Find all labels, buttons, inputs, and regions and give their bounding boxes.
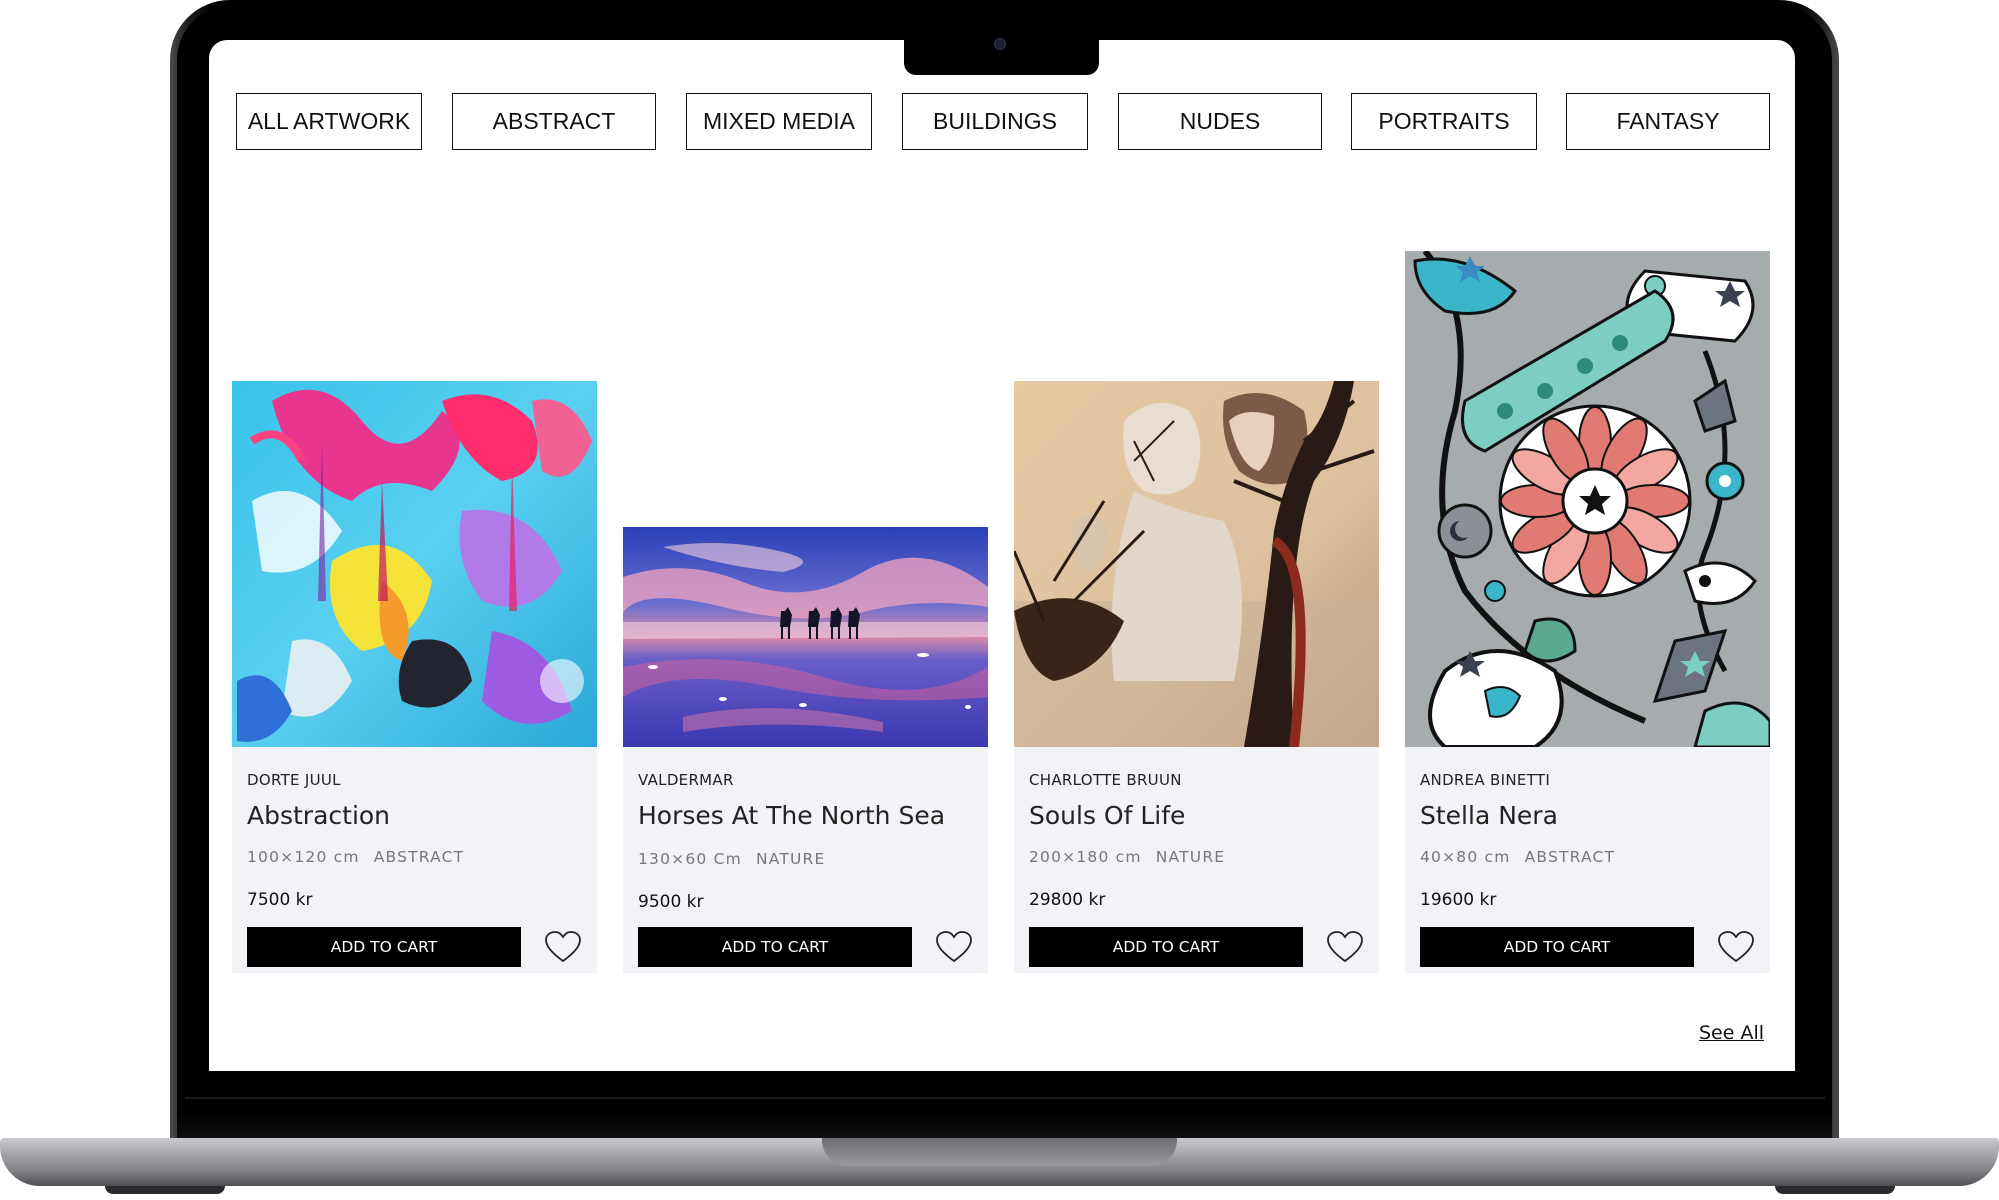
artist-name: VALDERMAR — [638, 771, 734, 789]
product-card: DORTE JUUL Abstraction 100×120 cm ABSTRAC… — [232, 747, 597, 973]
artwork-size: 100×120 cm — [247, 848, 360, 866]
laptop-foot — [105, 1186, 225, 1194]
artwork-price: 7500 kr — [247, 890, 313, 910]
artist-name: ANDREA BINETTI — [1420, 771, 1551, 789]
artwork-category: ABSTRACT — [373, 848, 465, 866]
artwork-category: NATURE — [1155, 848, 1226, 866]
see-all-link[interactable]: See All — [1699, 1022, 1764, 1044]
category-nudes[interactable]: NUDES — [1118, 93, 1322, 150]
artwork-meta: 130×60 Cm NATURE — [638, 850, 826, 868]
hinge-line — [185, 1097, 1825, 1099]
laptop-chin — [177, 1071, 1832, 1141]
artwork-image-horses-north-sea[interactable] — [623, 527, 988, 747]
artwork-size: 200×180 cm — [1029, 848, 1142, 866]
artwork-size: 40×80 cm — [1420, 848, 1511, 866]
artwork-meta: 100×120 cm ABSTRACT — [247, 848, 464, 866]
artwork-size: 130×60 Cm — [638, 850, 742, 868]
heart-icon[interactable] — [1327, 931, 1363, 963]
product-card: ANDREA BINETTI Stella Nera 40×80 cm ABSTR… — [1405, 747, 1770, 973]
artwork-title[interactable]: Abstraction — [247, 801, 390, 830]
category-fantasy[interactable]: FANTASY — [1566, 93, 1770, 150]
add-to-cart-button[interactable]: ADD TO CART — [1029, 927, 1303, 967]
artwork-title[interactable]: Stella Nera — [1420, 801, 1558, 830]
product-card: CHARLOTTE BRUUN Souls Of Life 200×180 cm… — [1014, 747, 1379, 973]
laptop-foot — [1775, 1186, 1895, 1194]
artwork-image-souls-of-life[interactable] — [1014, 381, 1379, 747]
laptop-opening-notch — [822, 1138, 1177, 1166]
category-all-artwork[interactable]: ALL ARTWORK — [236, 93, 422, 150]
add-to-cart-button[interactable]: ADD TO CART — [1420, 927, 1694, 967]
artwork-category: ABSTRACT — [1524, 848, 1616, 866]
screen: ALL ARTWORK ABSTRACT MIXED MEDIA BUILDIN… — [209, 40, 1795, 1071]
artwork-price: 9500 kr — [638, 892, 704, 912]
product-card: VALDERMAR Horses At The North Sea 130×60… — [623, 747, 988, 973]
heart-icon[interactable] — [1718, 931, 1754, 963]
heart-icon[interactable] — [545, 931, 581, 963]
artwork-image-stella-nera[interactable] — [1405, 251, 1770, 747]
artist-name: DORTE JUUL — [247, 771, 341, 789]
add-to-cart-button[interactable]: ADD TO CART — [247, 927, 521, 967]
artwork-category: NATURE — [755, 850, 826, 868]
artwork-meta: 200×180 cm NATURE — [1029, 848, 1225, 866]
artwork-price: 29800 kr — [1029, 890, 1106, 910]
category-portraits[interactable]: PORTRAITS — [1351, 93, 1537, 150]
artwork-price: 19600 kr — [1420, 890, 1497, 910]
artwork-meta: 40×80 cm ABSTRACT — [1420, 848, 1615, 866]
heart-icon[interactable] — [936, 931, 972, 963]
category-mixed-media[interactable]: MIXED MEDIA — [686, 93, 872, 150]
artwork-image-abstraction[interactable] — [232, 381, 597, 747]
category-abstract[interactable]: ABSTRACT — [452, 93, 656, 150]
artwork-title[interactable]: Souls Of Life — [1029, 801, 1185, 830]
category-buildings[interactable]: BUILDINGS — [902, 93, 1088, 150]
artwork-title[interactable]: Horses At The North Sea — [638, 801, 945, 830]
artist-name: CHARLOTTE BRUUN — [1029, 771, 1182, 789]
camera-icon — [994, 38, 1006, 50]
add-to-cart-button[interactable]: ADD TO CART — [638, 927, 912, 967]
